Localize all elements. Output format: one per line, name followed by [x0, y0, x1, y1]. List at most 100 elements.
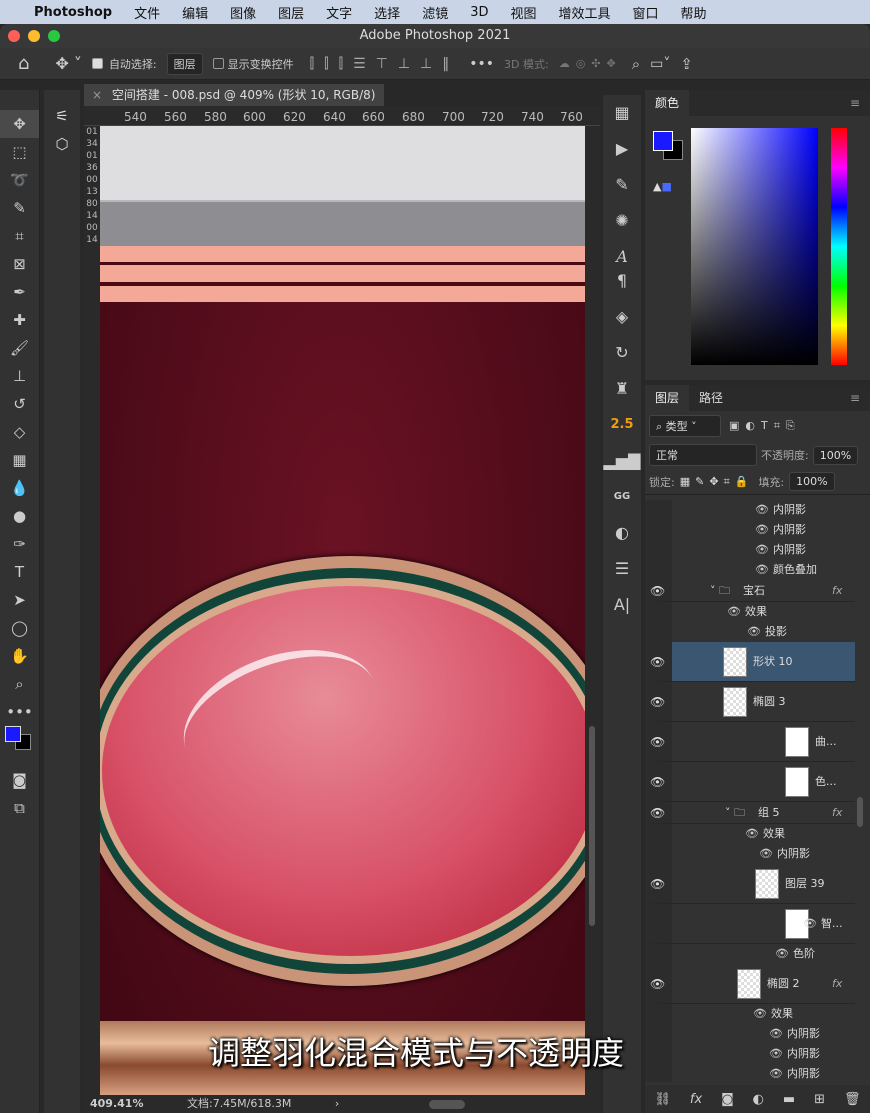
layer-row[interactable]: 👁 内阴影 [645, 1024, 855, 1044]
show-transform-checkbox[interactable] [212, 58, 224, 69]
menu-item[interactable]: 视图 [510, 3, 536, 22]
effect-eye-icon[interactable]: 👁 [755, 560, 769, 580]
layers-scroll-thumb[interactable] [857, 797, 863, 827]
menu-item[interactable]: 图层 [278, 3, 304, 22]
vertical-scrollbar[interactable] [585, 126, 600, 1095]
effect-eye-icon[interactable]: 👁 [769, 1044, 783, 1064]
effect-eye-icon[interactable]: 👁 [747, 622, 761, 642]
visibility-eye-icon[interactable]: 👁 [650, 642, 665, 682]
layer-name[interactable]: 颜色叠加 [773, 560, 817, 580]
zoom-tool-icon[interactable]: ⌕ [0, 670, 39, 698]
fx-icon[interactable]: fx [690, 1092, 702, 1107]
minimize-button[interactable] [28, 30, 40, 42]
layer-name[interactable]: 形状 10 [753, 642, 793, 682]
layer-row[interactable]: 👁 ˅ 🗀 组 5 fx [645, 802, 855, 824]
new-group-icon[interactable]: ▬ [783, 1092, 795, 1107]
paragraph-icon[interactable]: ¶ [603, 263, 641, 299]
history-brush-icon[interactable]: ↺ [0, 390, 39, 418]
histogram-icon[interactable]: ▂▅▇ [603, 443, 641, 479]
layer-name[interactable]: 椭圆 3 [753, 682, 786, 722]
layer-name[interactable]: 内阴影 [773, 500, 806, 520]
layer-name[interactable]: 投影 [765, 622, 787, 642]
foreground-color-swatch[interactable] [653, 131, 673, 151]
3d-cube-icon[interactable]: ⬡ [44, 130, 80, 158]
fill-input[interactable]: 100% [789, 472, 835, 491]
menu-item[interactable]: 选择 [374, 3, 400, 22]
history-icon[interactable]: ↻ [603, 335, 641, 371]
mask-icon[interactable]: ◙ [721, 1092, 734, 1107]
menu-item[interactable]: 增效工具 [559, 3, 611, 22]
lock-icons[interactable]: ▦✎✥⌗🔒 [680, 475, 754, 489]
share-icon[interactable]: ⇪ [680, 55, 693, 73]
effect-eye-icon[interactable]: 👁 [755, 540, 769, 560]
delete-icon[interactable]: 🗑 [844, 1092, 861, 1107]
home-icon[interactable]: ⌂ [18, 53, 29, 74]
layer-row[interactable]: 👁 曲... [645, 722, 855, 762]
maximize-button[interactable] [48, 30, 60, 42]
glyphs-icon[interactable]: A| [603, 587, 641, 623]
adjustments-icon[interactable]: ◐ [603, 515, 641, 551]
effect-eye-icon[interactable]: 👁 [755, 520, 769, 540]
eraser-tool-icon[interactable]: ◇ [0, 418, 39, 446]
layer-row[interactable]: 👁 内阴影 [645, 844, 855, 864]
layer-row[interactable]: 👁 椭圆 3 [645, 682, 855, 722]
visibility-eye-icon[interactable]: 👁 [650, 722, 665, 762]
gradient-tool-icon[interactable]: ▦ [0, 446, 39, 474]
effect-eye-icon[interactable]: 👁 [803, 904, 817, 944]
layer-name[interactable]: 内阴影 [787, 1044, 820, 1064]
eyedropper-tool-icon[interactable]: ✒ [0, 278, 39, 306]
effect-eye-icon[interactable]: 👁 [755, 500, 769, 520]
panel-menu-icon[interactable]: ≡ [840, 385, 870, 411]
foreground-color-swatch[interactable] [5, 726, 21, 742]
menu-item[interactable]: 3D [470, 5, 488, 20]
close-button[interactable] [8, 30, 20, 42]
effect-eye-icon[interactable]: 👁 [745, 824, 759, 844]
layer-row[interactable]: 👁 内阴影 [645, 1044, 855, 1064]
canvas[interactable] [100, 126, 585, 1095]
layer-name[interactable]: 智... [821, 904, 843, 944]
dodge-tool-icon[interactable]: ● [0, 502, 39, 530]
layer-row[interactable]: 👁 形状 10 [645, 642, 855, 682]
menu-item[interactable]: 图像 [230, 3, 256, 22]
opacity-input[interactable]: 100% [812, 445, 859, 465]
menu-item[interactable]: 窗口 [633, 3, 659, 22]
color-swatches[interactable] [0, 726, 39, 766]
plugin-icon[interactable]: ♜ [603, 371, 641, 407]
menu-item[interactable]: 文字 [326, 3, 352, 22]
gamut-warning-icon[interactable]: ▲■ [653, 180, 672, 193]
align-icons[interactable]: ⫿⫿⫿☰⊤⊥⊥‖ [310, 56, 460, 72]
layer-row[interactable]: 👁 内阴影 [645, 540, 855, 560]
blend-mode-dropdown[interactable]: 正常 [649, 444, 757, 466]
effect-eye-icon[interactable]: 👁 [759, 844, 773, 864]
ellipse-tool-icon[interactable]: ◯ [0, 614, 39, 642]
status-chevron-icon[interactable]: › [335, 1097, 339, 1110]
layer-row[interactable]: 👁 效果 [645, 824, 855, 844]
hue-slider[interactable] [831, 128, 847, 365]
layer-row[interactable]: 👁 图层 39 [645, 864, 855, 904]
brush-preset-icon[interactable]: ✺ [603, 203, 641, 239]
layers-tab[interactable]: 图层 [645, 385, 690, 411]
effect-eye-icon[interactable]: 👁 [753, 1004, 767, 1024]
layer-row[interactable]: 👁 ˅ 🗀 宝石 fx [645, 580, 855, 602]
effect-eye-icon[interactable]: 👁 [769, 1064, 783, 1082]
layer-name[interactable]: 内阴影 [787, 1024, 820, 1044]
layer-name[interactable]: 宝石 [743, 580, 765, 602]
layer-name[interactable]: 内阴影 [773, 540, 806, 560]
layer-name[interactable]: 色... [815, 762, 837, 802]
layer-name[interactable]: 内阴影 [787, 1064, 820, 1082]
layer-row[interactable]: 👁 内阴影 [645, 1064, 855, 1082]
healing-tool-icon[interactable]: ✚ [0, 306, 39, 334]
brush-settings-icon[interactable]: ✎ [603, 167, 641, 203]
effect-eye-icon[interactable]: 👁 [727, 602, 741, 622]
layer-row[interactable]: 👁 颜色叠加 [645, 560, 855, 580]
frame-tool-icon[interactable]: ⊠ [0, 250, 39, 278]
3d-mode-icons[interactable]: ☁◎✣✥ [559, 57, 622, 70]
layer-row[interactable]: 👁 效果 [645, 602, 855, 622]
scroll-thumb[interactable] [589, 726, 595, 926]
horizontal-scroll-thumb[interactable] [429, 1100, 465, 1109]
layer-name[interactable]: 图层 39 [785, 864, 825, 904]
layer-row[interactable]: 👁 内阴影 [645, 500, 855, 520]
color-tab[interactable]: 颜色 [645, 90, 690, 116]
layer-row[interactable]: 👁 色阶 [645, 944, 855, 964]
auto-select-checkbox[interactable] [91, 58, 103, 69]
